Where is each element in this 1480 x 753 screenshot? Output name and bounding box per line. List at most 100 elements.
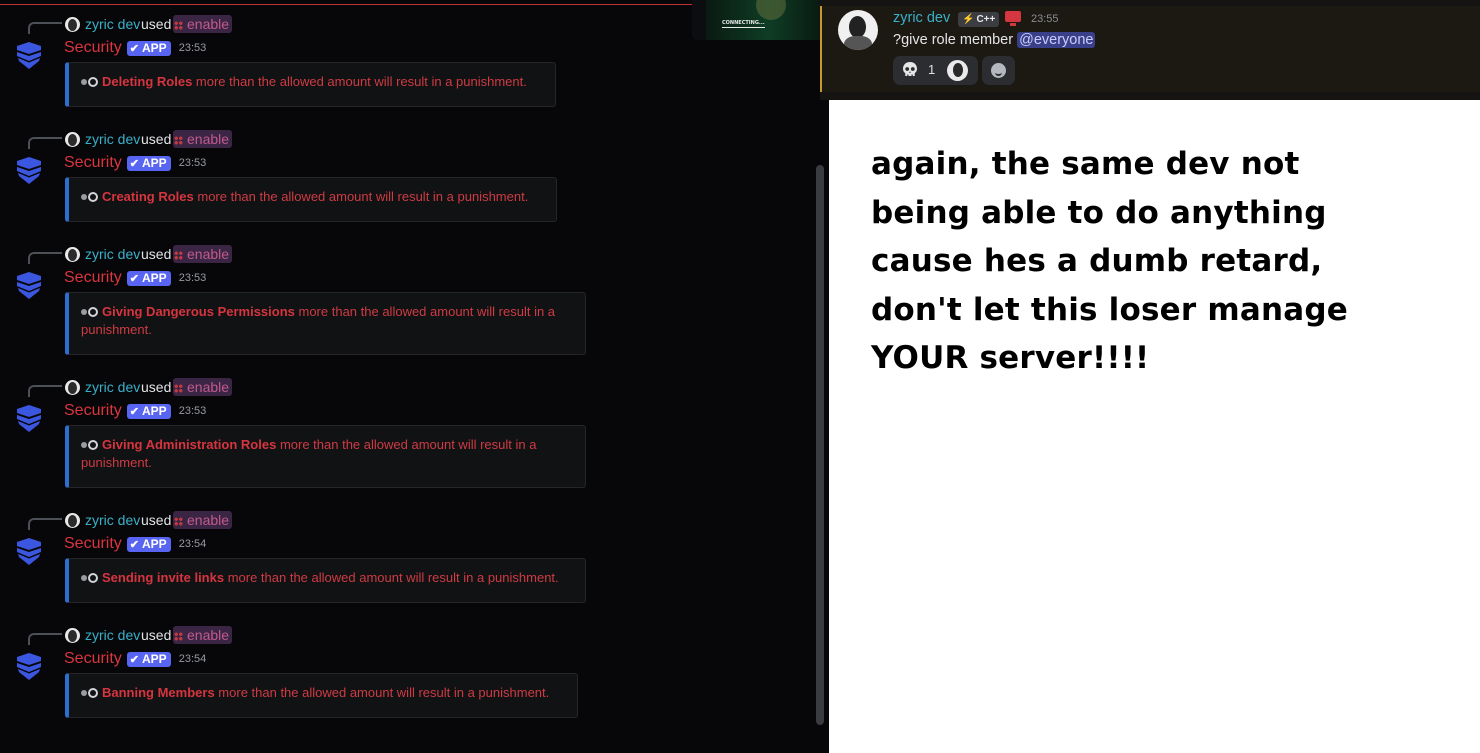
message-timestamp[interactable]: 23:53 bbox=[179, 405, 207, 417]
avatar bbox=[65, 247, 80, 262]
toggle-icon bbox=[81, 307, 102, 317]
shield-icon[interactable] bbox=[15, 156, 43, 186]
shield-icon[interactable] bbox=[15, 41, 43, 71]
bot-name[interactable]: Security bbox=[64, 535, 122, 553]
avatar bbox=[65, 132, 80, 147]
unread-divider bbox=[0, 4, 692, 5]
invoker-name[interactable]: zyric dev bbox=[85, 512, 140, 528]
app-badge-label: APP bbox=[142, 403, 167, 418]
embed-action: Giving Administration Roles bbox=[102, 437, 277, 452]
stream-thumbnail[interactable]: CONNECTING... bbox=[692, 0, 820, 40]
server-tag-label: C++ bbox=[976, 14, 996, 25]
scrollbar-thumb[interactable] bbox=[816, 165, 824, 725]
used-label: used bbox=[141, 131, 172, 147]
checkmark-icon: ✔ bbox=[129, 42, 140, 55]
server-tag-badge[interactable]: ⚡ C++ bbox=[958, 12, 1000, 27]
embed-card: Deleting Roles more than the allowed amo… bbox=[65, 62, 556, 107]
message-timestamp[interactable]: 23:53 bbox=[179, 272, 207, 284]
message-timestamp[interactable]: 23:53 bbox=[179, 42, 207, 54]
slash-command-chip[interactable]: enable bbox=[173, 15, 233, 33]
caption-line: cause hes a dumb retard, bbox=[871, 243, 1323, 279]
command-grid-icon bbox=[174, 21, 183, 30]
bot-header: Security ✔ APP 23:53 bbox=[64, 268, 206, 288]
bot-name[interactable]: Security bbox=[64, 402, 122, 420]
used-label: used bbox=[141, 512, 172, 528]
slash-command-chip[interactable]: enable bbox=[173, 245, 233, 263]
author-name[interactable]: zyric dev bbox=[893, 10, 950, 26]
scrollbar[interactable] bbox=[816, 165, 824, 728]
caption-line: being able to do anything bbox=[871, 194, 1327, 231]
bot-header: Security ✔ APP 23:54 bbox=[64, 649, 206, 669]
chat-message-panel: zyric dev ⚡ C++ 23:55 ?give role member @… bbox=[820, 0, 1480, 100]
app-badge-label: APP bbox=[142, 651, 167, 666]
toggle-icon bbox=[81, 77, 102, 87]
invoker-name[interactable]: zyric dev bbox=[85, 379, 140, 395]
avatar[interactable] bbox=[838, 10, 878, 50]
embed-description: more than the allowed amount will result… bbox=[193, 189, 529, 204]
used-label: used bbox=[141, 246, 172, 262]
command-name: enable bbox=[187, 627, 230, 643]
avatar bbox=[65, 380, 80, 395]
bot-header: Security ✔ APP 23:53 bbox=[64, 38, 206, 58]
embed-card: Creating Roles more than the allowed amo… bbox=[65, 177, 557, 222]
bot-name[interactable]: Security bbox=[64, 154, 122, 172]
embed-description: more than the allowed amount will result… bbox=[192, 74, 527, 89]
reply-spine bbox=[28, 252, 62, 264]
caption-line: don't let this loser manage bbox=[871, 291, 1348, 328]
shield-icon[interactable] bbox=[15, 537, 43, 567]
message-content: ?give role member @everyone bbox=[893, 32, 1096, 48]
shield-icon[interactable] bbox=[15, 404, 43, 434]
checkmark-icon: ✔ bbox=[129, 272, 140, 285]
caption-line: again, the same dev not bbox=[871, 146, 1300, 182]
app-badge: ✔ APP bbox=[126, 651, 171, 667]
used-label: used bbox=[141, 379, 172, 395]
invoker-name[interactable]: zyric dev bbox=[85, 246, 140, 262]
app-badge-label: APP bbox=[142, 270, 167, 285]
bot-header: Security ✔ APP 23:53 bbox=[64, 153, 206, 173]
bot-name[interactable]: Security bbox=[64, 269, 122, 287]
slash-command-chip[interactable]: enable bbox=[173, 626, 233, 644]
command-name: enable bbox=[187, 16, 230, 32]
message-timestamp[interactable]: 23:54 bbox=[179, 653, 207, 665]
invoker-name[interactable]: zyric dev bbox=[85, 16, 140, 32]
reply-spine bbox=[28, 518, 62, 530]
slash-command-chip[interactable]: enable bbox=[173, 511, 233, 529]
bot-name[interactable]: Security bbox=[64, 39, 122, 57]
used-label: used bbox=[141, 16, 172, 32]
shield-icon[interactable] bbox=[15, 652, 43, 682]
app-badge: ✔ APP bbox=[126, 40, 171, 56]
avatar bbox=[65, 513, 80, 528]
message-timestamp[interactable]: 23:53 bbox=[179, 157, 207, 169]
toggle-icon bbox=[81, 688, 102, 698]
command-grid-icon bbox=[174, 384, 183, 393]
shield-icon[interactable] bbox=[15, 271, 43, 301]
checkmark-icon: ✔ bbox=[129, 157, 140, 170]
slash-command-chip[interactable]: enable bbox=[173, 378, 233, 396]
toggle-icon bbox=[81, 440, 102, 450]
command-grid-icon bbox=[174, 136, 183, 145]
message-timestamp[interactable]: 23:55 bbox=[1031, 13, 1059, 25]
avatar bbox=[65, 17, 80, 32]
invoker-name[interactable]: zyric dev bbox=[85, 131, 140, 147]
app-badge: ✔ APP bbox=[126, 403, 171, 419]
bot-name[interactable]: Security bbox=[64, 650, 122, 668]
everyone-mention[interactable]: @everyone bbox=[1017, 32, 1096, 48]
toggle-icon bbox=[81, 573, 102, 583]
invoker-name[interactable]: zyric dev bbox=[85, 627, 140, 643]
reply-spine bbox=[28, 22, 62, 34]
reaction-skull[interactable]: 1 bbox=[893, 56, 978, 85]
add-reaction-button[interactable] bbox=[982, 56, 1015, 85]
command-grid-icon bbox=[174, 632, 183, 641]
app-badge: ✔ APP bbox=[126, 155, 171, 171]
meme-caption: again, the same dev not being able to do … bbox=[871, 140, 1471, 383]
avatar bbox=[65, 628, 80, 643]
reply-spine bbox=[28, 385, 62, 397]
embed-action: Giving Dangerous Permissions bbox=[102, 304, 295, 319]
command-name: enable bbox=[187, 512, 230, 528]
embed-action: Banning Members bbox=[102, 685, 215, 700]
checkmark-icon: ✔ bbox=[129, 405, 140, 418]
slash-command-chip[interactable]: enable bbox=[173, 130, 233, 148]
message-text: ?give role member bbox=[893, 32, 1018, 48]
toggle-icon bbox=[81, 192, 102, 202]
message-timestamp[interactable]: 23:54 bbox=[179, 538, 207, 550]
